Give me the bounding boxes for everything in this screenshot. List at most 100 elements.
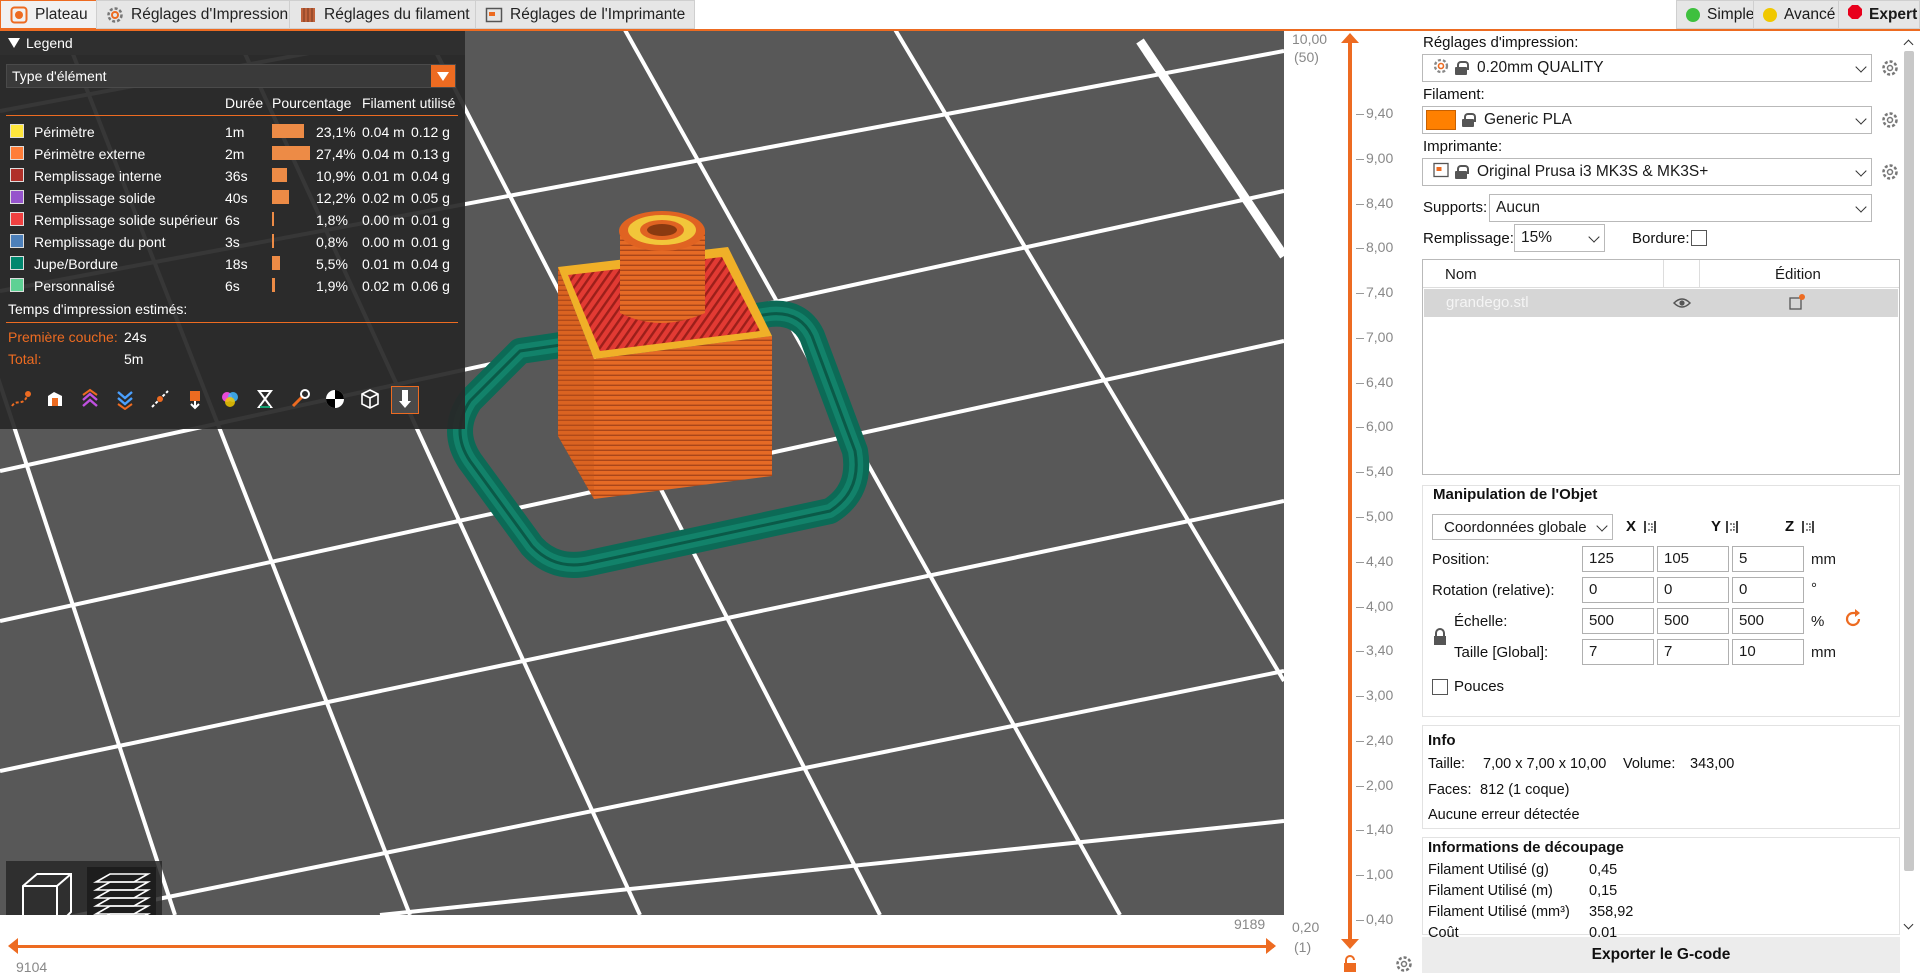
rotation-x-input[interactable]: 0 xyxy=(1582,577,1654,603)
edit-filament-gear-icon[interactable] xyxy=(1881,111,1899,129)
plate-icon xyxy=(10,6,28,24)
scale-lock-icon[interactable] xyxy=(1432,628,1448,650)
drop-to-bed-y-icon[interactable] xyxy=(1725,520,1739,538)
retractions-toggle-button[interactable] xyxy=(76,386,104,414)
cog-toggle-button[interactable] xyxy=(321,386,349,414)
layer-bottom-thumb[interactable] xyxy=(1341,939,1359,949)
rotation-z-input[interactable]: 0 xyxy=(1732,577,1804,603)
inches-label: Pouces xyxy=(1454,678,1505,695)
pause-icon xyxy=(254,388,276,413)
drop-to-bed-z-icon[interactable] xyxy=(1801,520,1815,538)
travel-toggle-button[interactable] xyxy=(6,386,34,414)
tool-marker-toggle-button[interactable] xyxy=(391,386,419,414)
col-divider xyxy=(1699,260,1700,288)
layer-tick-label: 8,40 xyxy=(1366,194,1394,211)
inches-checkbox[interactable] xyxy=(1432,679,1448,695)
rotation-y-input[interactable]: 0 xyxy=(1657,577,1729,603)
slice-info-label: Filament Utilisé (mm³) xyxy=(1428,904,1570,920)
print-profile-select[interactable]: 0.20mm QUALITY xyxy=(1422,54,1872,82)
supports-select[interactable]: Aucun xyxy=(1489,194,1872,222)
tab-filament-settings[interactable]: Réglages du filament xyxy=(289,0,480,29)
size-z-input[interactable]: 10 xyxy=(1732,639,1804,665)
slider-track[interactable] xyxy=(14,945,1274,948)
layer-track[interactable] xyxy=(1348,43,1352,946)
legend-view-type-select[interactable]: Type d'élément xyxy=(6,64,456,88)
legend-row-weight: 0.01 g xyxy=(411,234,450,250)
legend-header[interactable]: Legend xyxy=(0,31,465,55)
legend-color-swatch xyxy=(10,168,24,182)
edit-object-icon[interactable] xyxy=(1788,293,1806,315)
legend-row-name: Remplissage du pont xyxy=(34,234,166,250)
scroll-up-icon[interactable] xyxy=(1903,39,1914,50)
position-z-input[interactable]: 5 xyxy=(1732,546,1804,572)
horizontal-move-slider[interactable]: 9104 9189 xyxy=(0,915,1284,975)
layer-tick-label: 7,40 xyxy=(1366,284,1394,301)
position-y-input[interactable]: 105 xyxy=(1657,546,1729,572)
slider-right-thumb[interactable] xyxy=(1266,938,1276,954)
position-label: Position: xyxy=(1432,551,1490,568)
printer-icon xyxy=(1433,162,1449,183)
scale-y-input[interactable]: 500 xyxy=(1657,608,1729,634)
printer-profile-select[interactable]: Original Prusa i3 MK3S & MK3S+ xyxy=(1422,158,1872,186)
layer-top-thumb[interactable] xyxy=(1341,33,1359,43)
reset-scale-icon[interactable] xyxy=(1843,609,1863,633)
size-label: Taille [Global]: xyxy=(1454,644,1549,661)
preview-layers-button[interactable] xyxy=(87,867,156,915)
edit-printer-gear-icon[interactable] xyxy=(1881,163,1899,181)
legend-row: Périmètre externe 2m 27,4% 0.04 m 0.13 g xyxy=(0,143,465,165)
export-gcode-button[interactable]: Exporter le G-code xyxy=(1422,937,1900,973)
infill-select[interactable]: 15% xyxy=(1514,224,1605,252)
shells-toggle-button[interactable] xyxy=(356,386,384,414)
slider-settings-cog-icon[interactable] xyxy=(1395,955,1413,977)
layer-tick-mark xyxy=(1356,651,1364,653)
legend-row-weight: 0.05 g xyxy=(411,190,450,206)
total-label: Total: xyxy=(8,351,42,367)
legend-color-swatch xyxy=(10,124,24,138)
wipe-toggle-button[interactable] xyxy=(41,386,69,414)
position-x-input[interactable]: 125 xyxy=(1582,546,1654,572)
tab-plateau[interactable]: Plateau xyxy=(0,0,98,29)
pause-prints-toggle-button[interactable] xyxy=(251,386,279,414)
legend-row-name: Remplissage interne xyxy=(34,168,162,184)
deretractions-toggle-button[interactable] xyxy=(111,386,139,414)
size-y-input[interactable]: 7 xyxy=(1657,639,1729,665)
info-title: Info xyxy=(1428,732,1456,749)
edit-print-profile-gear-icon[interactable] xyxy=(1881,59,1899,77)
coordinate-system-select[interactable]: Coordonnées globale xyxy=(1432,514,1613,540)
tab-label: Réglages de l'Imprimante xyxy=(510,5,686,23)
object-row[interactable]: grandego.stl xyxy=(1424,289,1898,317)
layer-tick-mark xyxy=(1356,203,1364,205)
tab-printer-settings[interactable]: Réglages de l'Imprimante xyxy=(475,0,696,29)
legend-row: Périmètre 1m 23,1% 0.04 m 0.12 g xyxy=(0,121,465,143)
scale-z-input[interactable]: 500 xyxy=(1732,608,1804,634)
legend-row-name: Remplissage solide xyxy=(34,190,156,206)
tool-changes-toggle-button[interactable] xyxy=(181,386,209,414)
scroll-down-icon[interactable] xyxy=(1903,919,1914,930)
mode-advanced-button[interactable]: Avancé xyxy=(1753,0,1846,29)
legend-row-percentage: 23,1% xyxy=(316,124,356,140)
color-changes-toggle-button[interactable] xyxy=(216,386,244,414)
size-x-input[interactable]: 7 xyxy=(1582,639,1654,665)
brim-checkbox[interactable] xyxy=(1691,230,1707,246)
drop-to-bed-x-icon[interactable] xyxy=(1643,520,1657,538)
mode-expert-button[interactable]: Expert xyxy=(1838,0,1920,29)
eye-icon[interactable] xyxy=(1672,296,1692,313)
sidebar-scrollbar[interactable] xyxy=(1903,39,1915,933)
3d-view-button[interactable] xyxy=(12,867,81,915)
filament-color-swatch[interactable] xyxy=(1426,110,1456,130)
legend-row-length: 0.01 m xyxy=(362,168,405,184)
mode-simple-button[interactable]: Simple xyxy=(1676,0,1765,29)
filament-profile-select[interactable]: Generic PLA xyxy=(1422,106,1872,134)
legend-divider xyxy=(6,115,458,116)
custom-gcode-toggle-button[interactable] xyxy=(286,386,314,414)
legend-col-duration: Durée xyxy=(225,95,264,111)
seams-toggle-button[interactable] xyxy=(146,386,174,414)
advanced-mode-dot-icon xyxy=(1763,7,1777,22)
print-settings-label: Réglages d'impression: xyxy=(1423,34,1579,51)
simple-mode-dot-icon xyxy=(1686,7,1700,22)
scale-x-input[interactable]: 500 xyxy=(1582,608,1654,634)
scrollbar-thumb[interactable] xyxy=(1904,51,1914,871)
vertical-layer-slider[interactable]: 10,00 (50) 9,40 9,00 8,40 8,00 7,40 7,00 6,40 6… xyxy=(1284,31,1419,973)
tab-print-settings[interactable]: Réglages d'Impression xyxy=(96,0,299,29)
unlock-icon[interactable] xyxy=(1342,955,1358,977)
